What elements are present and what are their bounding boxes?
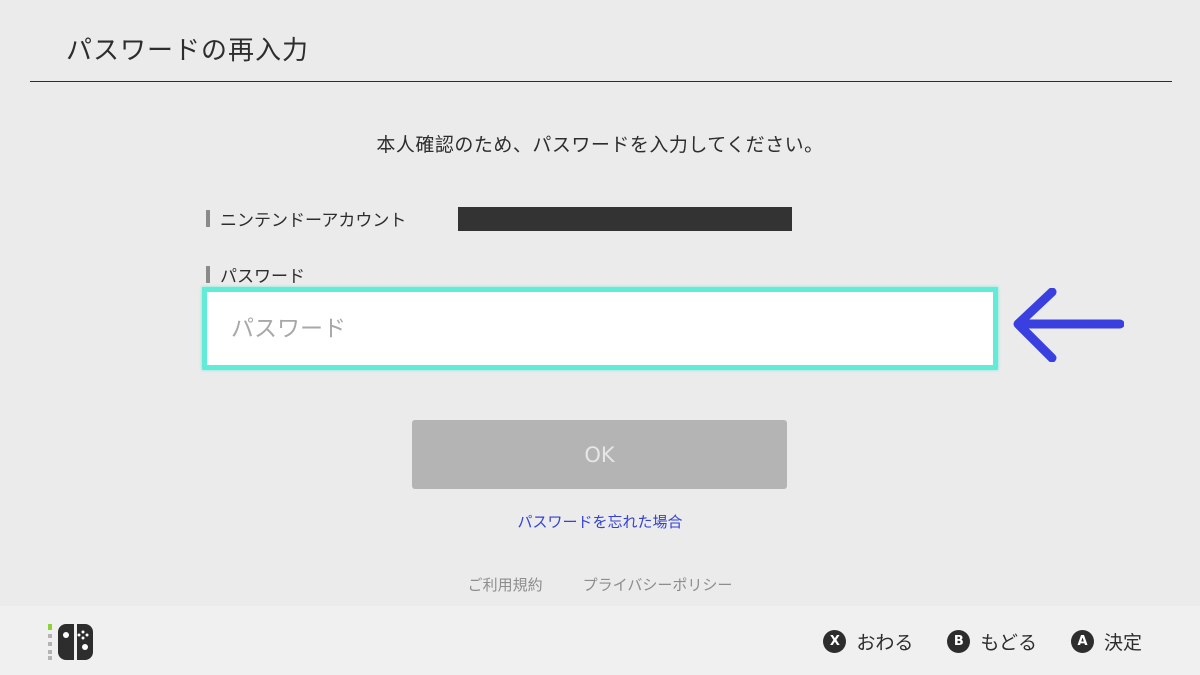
password-field-label: パスワード: [206, 262, 305, 287]
label-marker: [206, 266, 210, 283]
a-button-icon: A: [1070, 629, 1094, 653]
account-field-label: ニンテンドーアカウント: [206, 206, 406, 231]
password-reentry-screen: パスワードの再入力 本人確認のため、パスワードを入力してください。 ニンテンドー…: [0, 0, 1200, 675]
label-marker: [206, 210, 210, 227]
legal-links: ご利用規約 プライバシーポリシー: [0, 574, 1200, 595]
button-hints: X おわる B もどる A 決定: [823, 626, 1142, 656]
x-button-icon: X: [823, 629, 847, 653]
forgot-password-link[interactable]: パスワードを忘れた場合: [0, 511, 1200, 532]
hint-a-confirm[interactable]: A 決定: [1070, 628, 1142, 655]
password-label-text: パスワード: [220, 267, 305, 287]
password-input[interactable]: [202, 287, 998, 370]
b-button-icon: B: [947, 629, 971, 653]
hint-b-back[interactable]: B もどる: [947, 628, 1037, 655]
joy-con-icon: [48, 624, 93, 660]
hint-label: おわる: [856, 631, 914, 654]
hint-label: もどる: [980, 631, 1037, 654]
account-label-text: ニンテンドーアカウント: [220, 211, 407, 231]
left-arrow-icon: [1013, 288, 1124, 362]
hint-label: 決定: [1103, 631, 1142, 654]
privacy-policy-link[interactable]: プライバシーポリシー: [583, 574, 733, 595]
ok-button[interactable]: OK: [412, 420, 787, 489]
account-value-redacted: [458, 207, 792, 231]
instruction-text: 本人確認のため、パスワードを入力してください。: [376, 134, 824, 156]
header-divider: [30, 81, 1172, 82]
forgot-password-text[interactable]: パスワードを忘れた場合: [517, 513, 682, 531]
terms-of-use-link[interactable]: ご利用規約: [468, 574, 543, 595]
page-title: パスワードの再入力: [66, 36, 310, 66]
hint-x-quit[interactable]: X おわる: [823, 628, 913, 655]
